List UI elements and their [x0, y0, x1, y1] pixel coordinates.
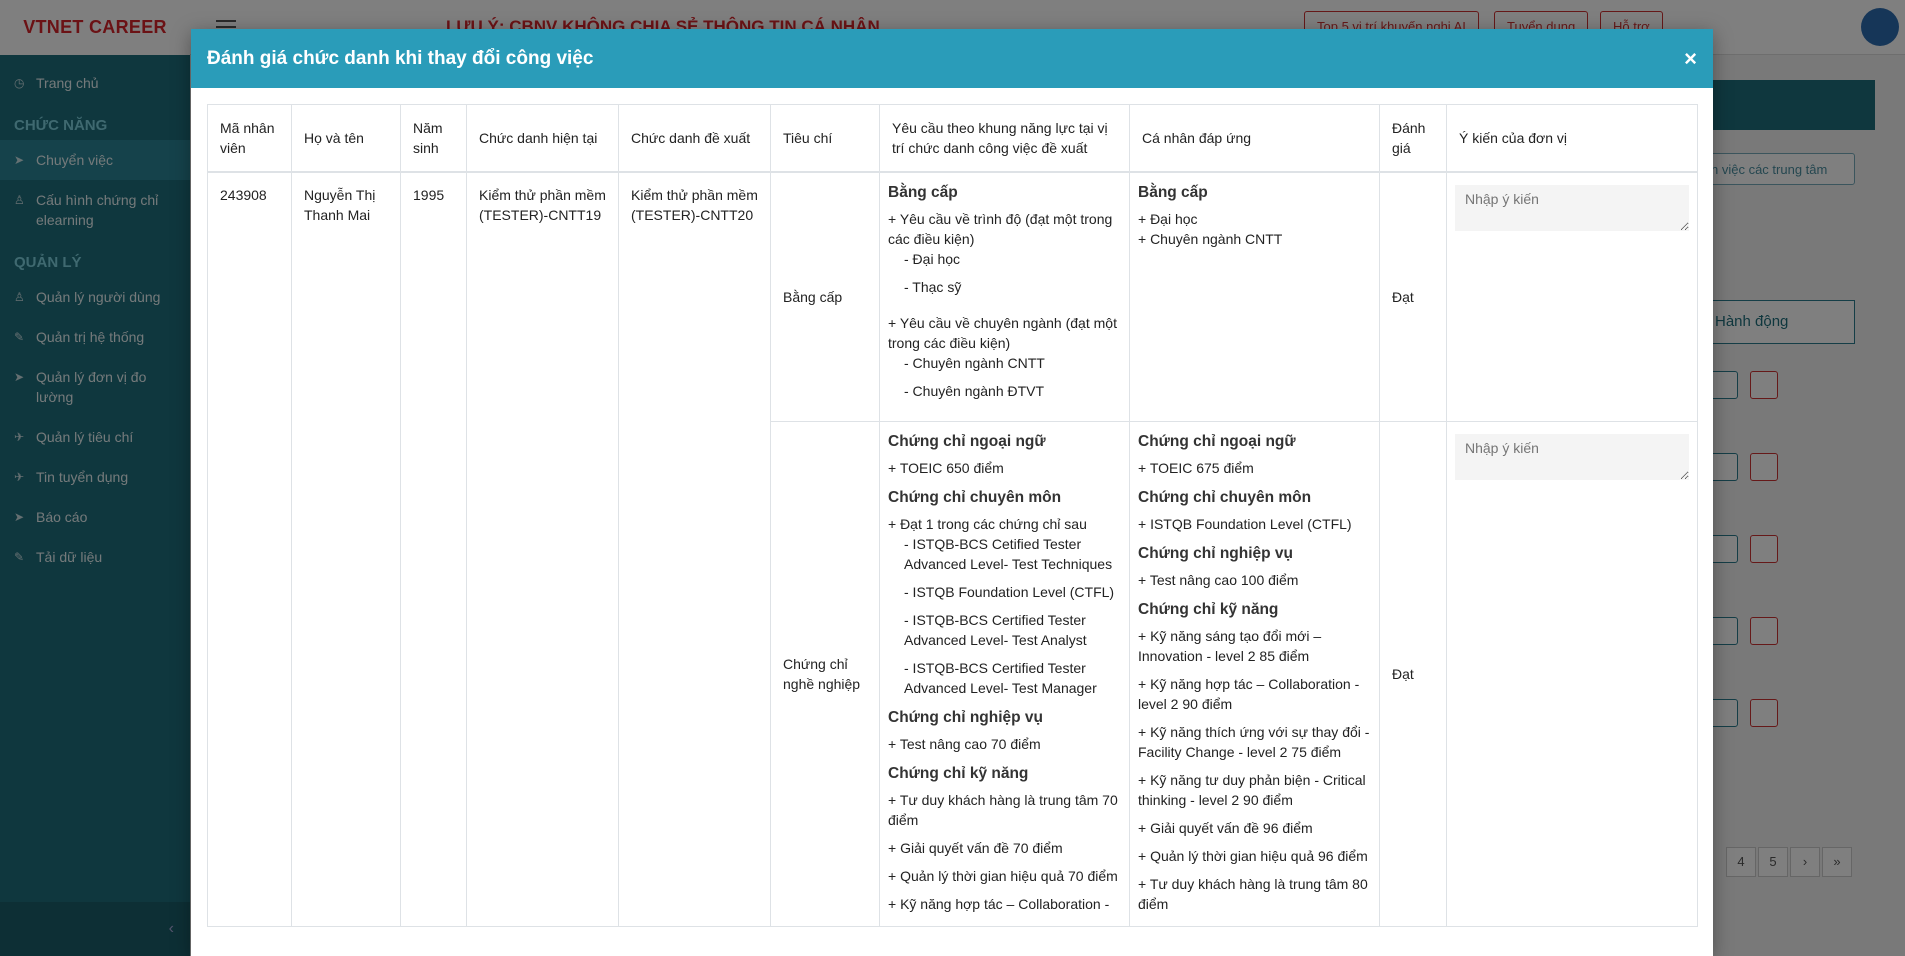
- column-header: Năm sinh: [400, 104, 467, 173]
- requirement-sub: - ISTQB-BCS Certified Tester Advanced Le…: [904, 660, 1097, 696]
- evaluation-modal: Đánh giá chức danh khi thay đổi công việ…: [191, 29, 1713, 956]
- requirement-sub: - ISTQB Foundation Level (CTFL): [904, 584, 1115, 600]
- requirement-sub: - ISTQB-BCS Certified Tester Advanced Le…: [904, 612, 1087, 648]
- meets-line: + Kỹ năng sáng tạo đổi mới – Innovation …: [1138, 628, 1322, 664]
- meets-cell: Chứng chỉ ngoại ngữ + TOEIC 675 điểm Chứ…: [1129, 421, 1380, 927]
- section-title: Chứng chỉ nghiệp vụ: [1138, 545, 1294, 562]
- column-header: Mã nhân viên: [207, 104, 292, 173]
- column-header: Tiêu chí: [770, 104, 880, 173]
- requirement-line: + Đạt 1 trong các chứng chỉ sau: [888, 516, 1087, 532]
- requirement-sub: - Chuyên ngành CNTT: [904, 354, 1045, 371]
- modal-body: Mã nhân viên Họ và tên Năm sinh Chức dan…: [191, 88, 1713, 927]
- meets-line: + Giải quyết vấn đề 96 điểm: [1138, 820, 1313, 836]
- meets-line: + Test nâng cao 100 điểm: [1138, 572, 1299, 588]
- column-header: Ý kiến của đơn vị: [1446, 104, 1698, 173]
- requirement-line: + Kỹ năng hợp tác – Collaboration -: [888, 896, 1110, 912]
- requirement-sub: - Chuyên ngành ĐTVT: [904, 382, 1045, 399]
- section-title: Chứng chỉ nghiệp vụ: [888, 709, 1044, 726]
- meets-line: + ISTQB Foundation Level (CTFL): [1138, 516, 1352, 532]
- meets-line: + TOEIC 675 điểm: [1138, 460, 1254, 476]
- meets-line: + Quản lý thời gian hiệu quả 96 điểm: [1138, 848, 1368, 864]
- column-header: Họ và tên: [291, 104, 401, 173]
- criteria-name: Bằng cấp: [770, 171, 880, 422]
- requirement-line: + Test nâng cao 70 điểm: [888, 736, 1041, 752]
- meets-line: + Kỹ năng hợp tác – Collaboration - leve…: [1138, 676, 1360, 712]
- section-title: Bằng cấp: [1138, 183, 1208, 201]
- section-title: Chứng chỉ kỹ năng: [888, 765, 1029, 782]
- section-title: Chứng chỉ ngoại ngữ: [1138, 433, 1296, 450]
- column-header: Chức danh đề xuất: [618, 104, 771, 173]
- employee-id: 243908: [207, 171, 292, 927]
- section-title: Bằng cấp: [888, 183, 958, 201]
- evaluation-result: Đạt: [1379, 421, 1447, 927]
- evaluation-result: Đạt: [1379, 171, 1447, 422]
- requirement-sub: - Đại học: [904, 250, 961, 267]
- column-header: Chức danh hiện tại: [466, 104, 619, 173]
- employee-name: Nguyễn Thị Thanh Mai: [291, 171, 401, 927]
- table-row: 243908 Nguyễn Thị Thanh Mai 1995 Kiểm th…: [207, 171, 1698, 927]
- requirement-cell: Bằng cấp + Yêu cầu về trình độ (đạt một …: [879, 171, 1130, 422]
- section-title: Chứng chỉ chuyên môn: [888, 489, 1062, 506]
- requirement-line: + Yêu cầu về chuyên ngành (đạt một trong…: [888, 314, 1117, 351]
- current-title: Kiểm thử phần mềm (TESTER)-CNTT19: [466, 171, 619, 927]
- opinion-input[interactable]: [1455, 434, 1689, 480]
- meets-line: + Kỹ năng tư duy phản biện - Critical th…: [1138, 772, 1366, 808]
- requirement-cell: Chứng chỉ ngoại ngữ + TOEIC 650 điểm Chứ…: [879, 421, 1130, 927]
- requirement-line: + Quản lý thời gian hiệu quả 70 điểm: [888, 868, 1118, 884]
- requirement-sub: - ISTQB-BCS Cetified Tester Advanced Lev…: [904, 536, 1113, 572]
- modal-title: Đánh giá chức danh khi thay đổi công việ…: [207, 47, 594, 69]
- requirement-line: + TOEIC 650 điểm: [888, 460, 1004, 476]
- meets-line: + Đại học: [1138, 210, 1198, 227]
- modal-header: Đánh giá chức danh khi thay đổi công việ…: [191, 29, 1713, 88]
- requirement-line: + Giải quyết vấn đề 70 điểm: [888, 840, 1063, 856]
- meets-line: + Tư duy khách hàng là trung tâm 80 điểm: [1138, 876, 1368, 912]
- opinion-input[interactable]: [1455, 184, 1689, 231]
- opinion-cell: [1446, 171, 1698, 422]
- requirement-line: + Yêu cầu về trình độ (đạt một trong các…: [888, 210, 1113, 247]
- column-header: Cá nhân đáp ứng: [1129, 104, 1380, 173]
- requirement-sub: - Thạc sỹ: [904, 278, 962, 295]
- proposed-title: Kiểm thử phần mềm (TESTER)-CNTT20: [618, 171, 771, 927]
- column-header: Đánh giá: [1379, 104, 1447, 173]
- opinion-cell: [1446, 421, 1698, 927]
- close-icon[interactable]: ×: [1684, 46, 1697, 72]
- meets-line: + Kỹ năng thích ứng với sự thay đổi - Fa…: [1138, 724, 1370, 760]
- section-title: Chứng chỉ chuyên môn: [1138, 489, 1312, 506]
- section-title: Chứng chỉ ngoại ngữ: [888, 433, 1046, 450]
- evaluation-table: Mã nhân viên Họ và tên Năm sinh Chức dan…: [207, 104, 1698, 927]
- birth-year: 1995: [400, 171, 467, 927]
- meets-line: + Chuyên ngành CNTT: [1138, 230, 1283, 247]
- section-title: Chứng chỉ kỹ năng: [1138, 601, 1279, 618]
- meets-cell: Bằng cấp + Đại học + Chuyên ngành CNTT: [1129, 171, 1380, 422]
- column-header: Yêu cầu theo khung năng lực tại vị trí c…: [879, 104, 1130, 173]
- requirement-line: + Tư duy khách hàng là trung tâm 70 điểm: [888, 792, 1118, 828]
- table-header-row: Mã nhân viên Họ và tên Năm sinh Chức dan…: [207, 104, 1698, 173]
- criteria-name: Chứng chỉ nghề nghiệp: [770, 421, 880, 927]
